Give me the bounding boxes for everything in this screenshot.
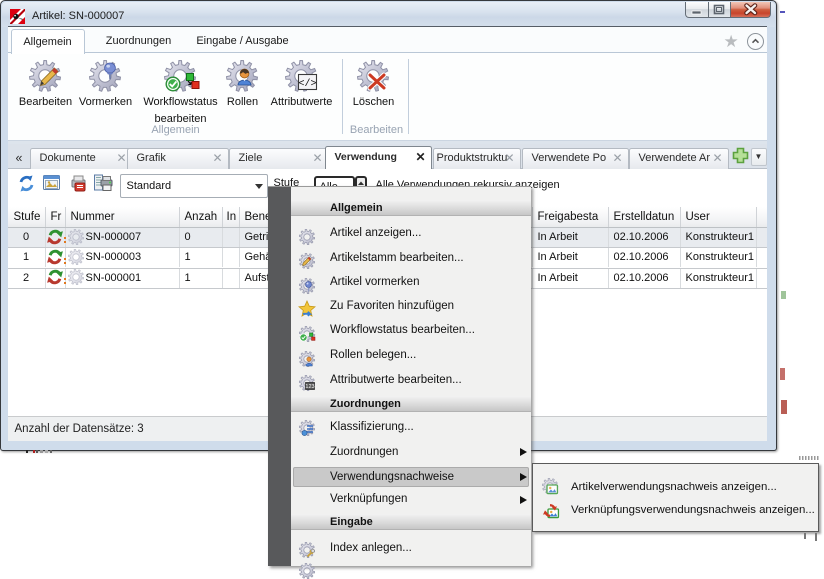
svg-text:</>: </> <box>298 78 316 90</box>
svg-text:123: 123 <box>305 384 314 390</box>
